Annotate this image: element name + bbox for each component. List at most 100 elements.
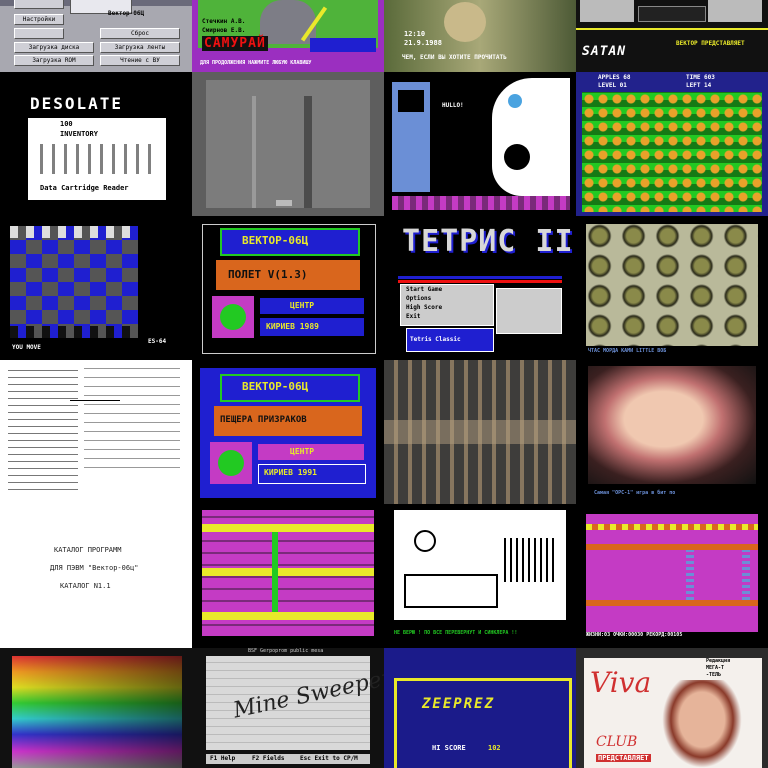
tile-listing[interactable] — [0, 360, 192, 504]
catalog-line-3: КАТАЛОГ N1.1 — [60, 582, 111, 590]
menu-help[interactable]: F1 Help — [210, 755, 235, 762]
pillar — [304, 96, 312, 208]
chessboard — [10, 226, 138, 338]
load-rom-button[interactable]: Загрузка ROM — [14, 55, 94, 66]
platform-2 — [586, 600, 758, 606]
cover-photo — [662, 680, 742, 768]
side-panel — [496, 288, 562, 334]
tile-viva[interactable]: Viva Редакция МЕГА-Т -ТЕЛЬ CLUB ПРЕДСТАВ… — [576, 648, 768, 768]
menu-item-start[interactable]: Start Game — [406, 286, 442, 293]
tile-balls-game[interactable]: ЧТАС МОРДА КАМИ LITTLE ВОБ — [576, 216, 768, 360]
platform-1 — [586, 544, 758, 550]
menu-title: Вектор-06Ц — [108, 10, 145, 17]
portrait-picture — [588, 366, 756, 484]
credit-1: Стечкин А.В. — [202, 18, 246, 25]
counter-value: 100 — [60, 120, 73, 128]
tile-picture[interactable]: Самая "ОРС-1" игра в бит по — [576, 360, 768, 504]
tile-office-scene[interactable]: НЕ ВЕРЮ ! ПО ВСЕ ПЕРЕВЕРНУТ И СИНКЛЕРА !… — [384, 504, 576, 648]
item-name: Data Cartridge Reader — [40, 184, 129, 192]
settings-button[interactable]: Настройки — [14, 14, 64, 25]
level-bg — [586, 514, 758, 632]
hud-text: ЖИЗНИ:03 ОЧКИ:00030 РЕКОРД:00105 — [586, 632, 683, 638]
system-name: ВЕКТОР-06Ц — [242, 234, 309, 247]
tile-zeeprez[interactable]: ZEEPREZ HI SCORE 102 — [384, 648, 576, 768]
speech-text: HULLO! — [442, 102, 464, 109]
tile-hullo[interactable]: HULLO! — [384, 72, 576, 216]
menu-item-highscore[interactable]: High Score — [406, 304, 442, 311]
game-board — [582, 92, 762, 212]
blank-button[interactable] — [14, 28, 64, 39]
corner-line-1: Редакция — [706, 658, 731, 664]
tile-apples-game[interactable]: APPLES 68 TIME 603 LEVEL 01 LEFT 14 — [576, 72, 768, 216]
face-profile — [492, 78, 570, 196]
caption-text: Самая "ОРС-1" игра в бит по — [594, 490, 676, 496]
game-title: ТЕТРИС II — [402, 224, 574, 259]
footer-text: ПРЕДСТАВЛЯЕТ — [596, 754, 651, 762]
color-palette — [12, 656, 182, 768]
logo-icon — [218, 450, 244, 476]
ladder — [272, 532, 278, 612]
underline-blue — [398, 276, 562, 279]
corner-line-2: МЕГА-Т — [706, 665, 725, 671]
load-disk-button[interactable]: Загрузка диска — [14, 42, 94, 53]
board-strip — [384, 420, 576, 444]
footer-text: ЧТАС МОРДА КАМИ LITTLE ВОБ — [588, 348, 667, 354]
footer-text: Tetris Classic — [410, 336, 461, 343]
center-device — [638, 6, 706, 22]
device-left — [580, 0, 634, 22]
game-title: ПОЛЕТ V(1.3) — [228, 268, 308, 281]
tile-palette[interactable] — [0, 648, 192, 768]
menu-item-options[interactable]: Options — [406, 295, 431, 302]
tile-polet[interactable]: ВЕКТОР-06Ц ПОЛЕТ V(1.3) ЦЕНТР КИРИЕВ 198… — [192, 216, 384, 360]
corner-line-3: -ТЕЛЬ — [706, 672, 722, 678]
face-eye — [508, 94, 522, 108]
tile-satan[interactable]: SATAN ВЕКТОР ПРЕДСТАВЛЯЕТ — [576, 0, 768, 72]
playfield — [206, 80, 370, 208]
caption-text: НЕ ВЕРЮ ! ПО ВСЕ ПЕРЕВЕРНУТ И СИНКЛЕРА !… — [394, 630, 518, 636]
tile-tetris2[interactable]: ТЕТРИС II Start Game Options High Score … — [384, 216, 576, 360]
listing-right — [84, 366, 180, 476]
credits-box — [310, 38, 376, 52]
status-text: YOU MOVE — [12, 344, 41, 351]
menu-fields[interactable]: F2 Fields — [252, 755, 285, 762]
tile-magenta-maze[interactable] — [192, 504, 384, 648]
load-tape-button[interactable]: Загрузка ленты — [100, 42, 180, 53]
menu-item-exit[interactable]: Exit — [406, 313, 420, 320]
tile-cave[interactable]: ВЕКТОР-06Ц ПЕЩЕРА ПРИЗРАКОВ ЦЕНТР КИРИЕВ… — [192, 360, 384, 504]
tile-emulator-menu[interactable]: Вектор-06Ц Настройки Сброс Загрузка диск… — [0, 0, 192, 72]
clock-icon — [414, 530, 436, 552]
tile-minesweeper[interactable]: BSF Gerpoprom public mesa Mine Sweeper F… — [192, 648, 384, 768]
pillar-left — [252, 96, 256, 208]
divider-line — [576, 28, 768, 30]
brand-text: ЦЕНТР — [290, 447, 315, 456]
tile-catalog[interactable]: КАТАЛОГ ПРОГРАММ ДЛЯ ПЭВМ "Вектор-06ц" К… — [0, 504, 192, 648]
tile-platformer[interactable]: ЖИЗНИ:03 ОЧКИ:00030 РЕКОРД:00105 — [576, 504, 768, 648]
game-title: DESOLATE — [30, 94, 124, 113]
tile-desolate[interactable]: DESOLATE 100 INVENTORY Data Cartridge Re… — [0, 72, 192, 216]
tile-gray-game[interactable] — [192, 72, 384, 216]
floor-pattern — [392, 196, 570, 210]
credit-2: Смирнов Е.В. — [202, 27, 246, 34]
tile-chess[interactable]: YOU MOVE ES-64 — [0, 216, 192, 360]
tile-samurai[interactable]: Стечкин А.В. Смирнов Е.В. САМУРАЙ ДЛЯ ПР… — [192, 0, 384, 72]
author-text: КИРИЕВ 1991 — [264, 468, 317, 477]
tile-photo-screen[interactable]: 12:10 21.9.1988 ЧЕМ, ЕСЛИ ВЫ ХОТИТЕ ПРОЧ… — [384, 0, 576, 72]
caption-text: ЧЕМ, ЕСЛИ ВЫ ХОТИТЕ ПРОЧИТАТЬ — [402, 54, 507, 61]
white-pieces — [10, 226, 138, 238]
brand-text: ЦЕНТР — [290, 301, 315, 310]
read-device-button[interactable]: Чтение с ВУ — [100, 55, 180, 66]
catalog-line-2: ДЛЯ ПЭВМ "Вектор-06ц" — [50, 564, 139, 572]
radiator-shape — [504, 538, 554, 582]
masthead: Viva — [590, 666, 652, 699]
game-title: SATAN — [582, 44, 627, 59]
menu-button[interactable] — [14, 0, 64, 9]
reset-button[interactable]: Сброс — [100, 28, 180, 39]
top-border — [586, 524, 758, 530]
device-right — [708, 0, 762, 22]
system-name: ВЕКТОР-06Ц — [242, 380, 309, 393]
logo-icon — [220, 304, 246, 330]
menu-exit[interactable]: Esc Exit to CP/M — [300, 755, 358, 762]
face-mouth — [504, 144, 530, 170]
tile-circuit-board[interactable] — [384, 360, 576, 504]
inventory-slots — [40, 144, 152, 174]
